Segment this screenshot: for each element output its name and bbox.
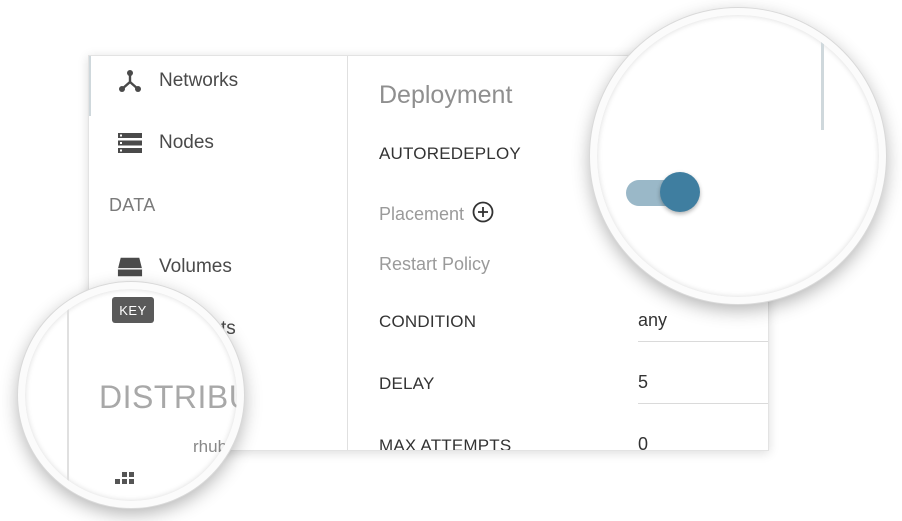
magnifier-sidebar: KEY DISTRIBUN rhub <box>18 282 244 508</box>
condition-label: CONDITION <box>379 312 477 331</box>
placement-row[interactable]: Placement <box>379 201 494 228</box>
restart-policy-label: Restart Policy <box>379 254 491 274</box>
stack-icon <box>115 469 139 492</box>
section-title: Deployment <box>379 81 513 109</box>
autoredeploy-toggle-knob[interactable] <box>660 172 700 212</box>
sidebar-edge-zoomed <box>67 289 69 501</box>
max-attempts-field[interactable]: 0 <box>638 434 768 450</box>
sidebar-item-volumes[interactable]: Volumes <box>117 254 232 280</box>
condition-field[interactable]: any <box>638 310 768 342</box>
section-heading-data: DATA <box>109 195 156 215</box>
delay-field[interactable]: 5 <box>638 372 768 404</box>
sidebar-item-label: Nodes <box>159 132 214 153</box>
server-icon <box>117 130 143 156</box>
section-heading-distribution: DISTRIBUN <box>99 379 244 415</box>
max-attempts-label: MAX ATTEMPTS <box>379 436 512 451</box>
placement-label: Placement <box>379 204 465 224</box>
network-icon <box>117 68 143 94</box>
sidebar-item-label: Networks <box>159 70 239 91</box>
sidebar-item-networks[interactable]: Networks <box>117 68 238 94</box>
sidebar-item-label: Volumes <box>159 256 232 277</box>
delay-label: DELAY <box>379 374 435 393</box>
sidebar-item-nodes[interactable]: Nodes <box>117 130 214 156</box>
scroll-indicator-zoomed <box>821 15 824 130</box>
magnifier-toggle <box>590 8 886 304</box>
sidebar-accent <box>89 56 91 116</box>
sidebar-item-dockerhub-partial[interactable]: rhub <box>193 437 227 457</box>
autoredeploy-label: AUTOREDEPLOY <box>379 144 521 163</box>
hard-drive-icon <box>117 254 143 280</box>
add-placement-icon[interactable] <box>472 201 494 228</box>
key-icon: KEY <box>112 297 154 323</box>
